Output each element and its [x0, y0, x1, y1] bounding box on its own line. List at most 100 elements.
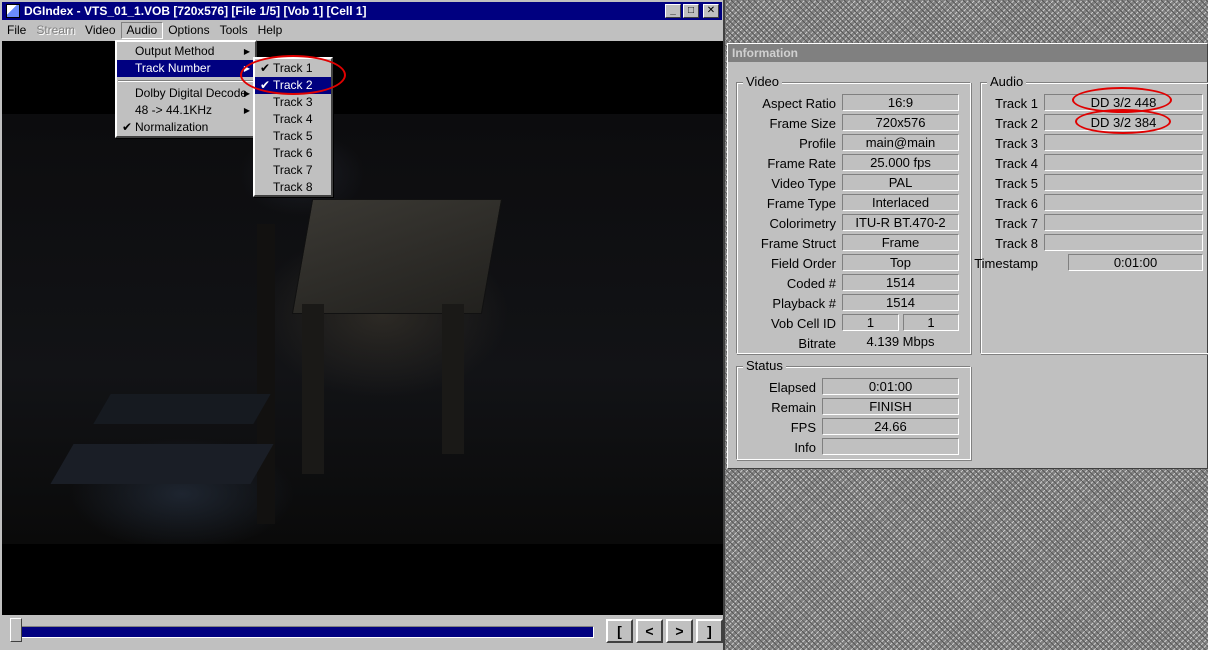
- video-group-title: Video: [743, 74, 783, 89]
- mark-in-button[interactable]: [: [606, 619, 633, 643]
- information-window: Information Video Audio Status Aspect Ra…: [727, 43, 1208, 469]
- video-label: Vob Cell ID: [770, 315, 836, 331]
- audio-value: [1044, 194, 1203, 211]
- video-value: Frame: [842, 234, 959, 251]
- audio-label: Track 4: [995, 155, 1038, 171]
- seek-thumb[interactable]: [10, 618, 22, 642]
- menu-item-label: Track 1: [273, 61, 313, 75]
- audio-label: Track 1: [995, 95, 1038, 111]
- menu-item-label: Track 3: [273, 95, 313, 109]
- video-value: Interlaced: [842, 194, 959, 211]
- step-back-button[interactable]: <: [636, 619, 663, 643]
- menu-item-track-1[interactable]: ✔ Track 1: [255, 60, 331, 77]
- submenu-arrow-icon: ▶: [243, 89, 250, 98]
- menu-options[interactable]: Options: [163, 22, 214, 39]
- menu-item-track-5[interactable]: Track 5: [255, 128, 331, 145]
- video-label: Bitrate: [798, 335, 836, 351]
- menu-item-output-method[interactable]: Output Method ▶: [117, 43, 255, 60]
- menu-item-label: Track 8: [273, 180, 313, 194]
- status-label: Elapsed: [769, 379, 816, 395]
- step-forward-button[interactable]: >: [666, 619, 693, 643]
- video-content-object: [442, 304, 464, 454]
- submenu-arrow-icon: ▶: [243, 64, 250, 73]
- status-label: Remain: [771, 399, 816, 415]
- video-label: Profile: [799, 135, 836, 151]
- menu-item-track-6[interactable]: Track 6: [255, 145, 331, 162]
- status-group-title: Status: [743, 358, 786, 373]
- video-label: Coded #: [786, 275, 836, 291]
- video-content-object: [50, 444, 274, 484]
- checkmark-icon: ✔: [260, 78, 271, 92]
- audio-value: DD 3/2 384: [1044, 114, 1203, 131]
- submenu-arrow-icon: ▶: [243, 47, 250, 56]
- menu-separator: [118, 80, 254, 82]
- info-title-bar[interactable]: Information: [728, 44, 1207, 62]
- maximize-button[interactable]: □: [683, 4, 699, 18]
- video-label: Colorimetry: [769, 215, 836, 231]
- audio-value: 0:01:00: [1068, 254, 1203, 271]
- menu-tools[interactable]: Tools: [215, 22, 253, 39]
- status-value: 24.66: [822, 418, 959, 435]
- menu-video[interactable]: Video: [80, 22, 120, 39]
- audio-menu: Output Method ▶ Track Number ▶ Dolby Dig…: [115, 40, 257, 138]
- minimize-button[interactable]: _: [665, 4, 681, 18]
- track-number-submenu: ✔ Track 1 ✔ Track 2 Track 3 Track 4 Trac…: [253, 57, 333, 197]
- video-value: 4.139 Mbps: [842, 334, 959, 351]
- submenu-arrow-icon: ▶: [243, 106, 250, 115]
- close-button[interactable]: ✕: [703, 4, 719, 18]
- menu-item-label: Output Method: [135, 44, 215, 58]
- menu-bar: File Stream Video Audio Options Tools He…: [2, 21, 722, 40]
- title-bar[interactable]: DGIndex - VTS_01_1.VOB [720x576] [File 1…: [2, 2, 722, 20]
- menu-item-label: Track 2: [273, 78, 313, 92]
- menu-item-label: Track 7: [273, 163, 313, 177]
- video-value: PAL: [842, 174, 959, 191]
- video-content-object: [93, 394, 271, 424]
- menu-item-label: Track Number: [135, 61, 211, 75]
- mark-out-button[interactable]: ]: [696, 619, 723, 643]
- audio-label: Track 7: [995, 215, 1038, 231]
- video-content-object: [291, 199, 503, 314]
- video-content-object: [257, 224, 275, 524]
- audio-value: [1044, 214, 1203, 231]
- checkmark-icon: ✔: [122, 120, 133, 134]
- video-label: Frame Type: [766, 195, 836, 211]
- menu-item-track-number[interactable]: Track Number ▶: [117, 60, 255, 77]
- menu-item-label: Dolby Digital Decode: [135, 86, 248, 100]
- status-label: Info: [794, 439, 816, 455]
- menu-item-dolby-digital-decode[interactable]: Dolby Digital Decode ▶: [117, 85, 255, 102]
- menu-item-track-8[interactable]: Track 8: [255, 179, 331, 196]
- video-value: ITU-R BT.470-2: [842, 214, 959, 231]
- status-value: FINISH: [822, 398, 959, 415]
- menu-stream[interactable]: Stream: [31, 22, 80, 39]
- video-label: Frame Struct: [760, 235, 836, 251]
- seek-panel: [ < > ]: [2, 616, 723, 650]
- menu-item-label: Normalization: [135, 120, 209, 134]
- menu-item-track-7[interactable]: Track 7: [255, 162, 331, 179]
- audio-group-title: Audio: [987, 74, 1027, 89]
- menu-item-normalization[interactable]: ✔ Normalization: [117, 119, 255, 136]
- menu-file[interactable]: File: [2, 22, 31, 39]
- menu-item-track-2[interactable]: ✔ Track 2: [255, 77, 331, 94]
- menu-item-track-4[interactable]: Track 4: [255, 111, 331, 128]
- menu-item-label: 48 -> 44.1KHz: [135, 103, 213, 117]
- menu-audio[interactable]: Audio: [120, 22, 164, 39]
- menu-help[interactable]: Help: [253, 22, 288, 39]
- video-label: Video Type: [771, 175, 836, 191]
- video-content-object: [302, 304, 324, 474]
- video-value: 1514: [842, 294, 959, 311]
- audio-value: [1044, 134, 1203, 151]
- status-value: [822, 438, 959, 455]
- checkmark-icon: ✔: [260, 61, 271, 75]
- dgindex-window: DGIndex - VTS_01_1.VOB [720x576] [File 1…: [0, 0, 725, 650]
- menu-item-sample-rate[interactable]: 48 -> 44.1KHz ▶: [117, 102, 255, 119]
- status-value: 0:01:00: [822, 378, 959, 395]
- video-label: Playback #: [772, 295, 836, 311]
- audio-label: Track 3: [995, 135, 1038, 151]
- video-value: 25.000 fps: [842, 154, 959, 171]
- video-label: Frame Size: [769, 115, 836, 131]
- window-title: DGIndex - VTS_01_1.VOB [720x576] [File 1…: [24, 4, 367, 18]
- video-value: 720x576: [842, 114, 959, 131]
- menu-item-track-3[interactable]: Track 3: [255, 94, 331, 111]
- audio-value: [1044, 174, 1203, 191]
- seek-bar[interactable]: [12, 626, 594, 638]
